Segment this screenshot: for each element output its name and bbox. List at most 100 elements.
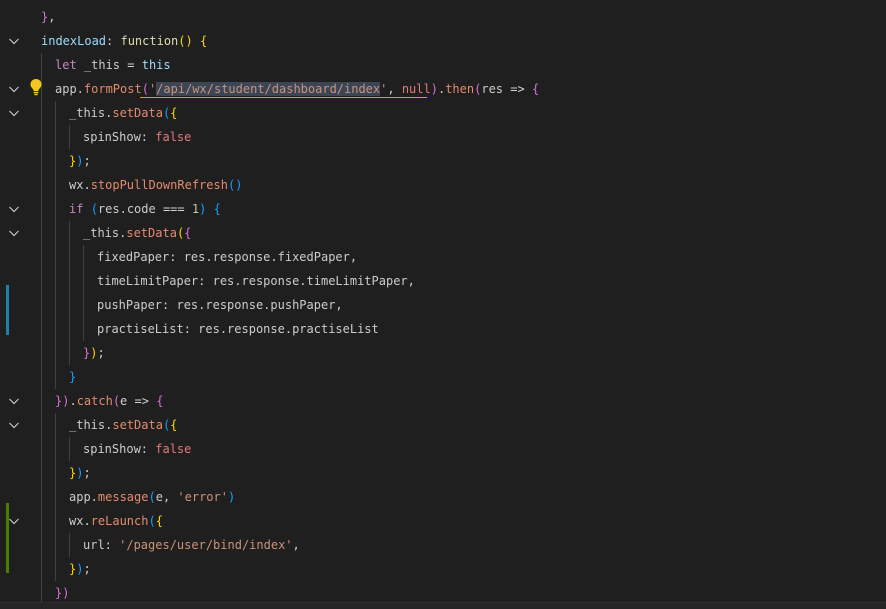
code-token: { (170, 418, 178, 432)
code-line[interactable]: app.message(e, 'error') (69, 485, 235, 509)
indent-guide (69, 221, 70, 245)
code-line[interactable]: pushPaper: res.response.pushPaper, (97, 293, 343, 317)
code-token: e, (155, 490, 178, 504)
code-token: } (69, 370, 77, 384)
code-token: => (510, 82, 525, 96)
indent-guide (69, 317, 70, 341)
indent-guide (41, 173, 42, 197)
indent-guide (41, 125, 42, 149)
code-token: { (184, 226, 192, 240)
code-line[interactable]: _this.setData({ (83, 221, 191, 245)
code-line[interactable]: spinShow: false (83, 437, 191, 461)
code-token: { (213, 202, 221, 216)
warning-underline (140, 97, 427, 98)
horizontal-scrollbar[interactable] (0, 602, 886, 609)
code-token: _this (76, 58, 128, 72)
code-line[interactable]: _this.setData({ (69, 413, 177, 437)
indent-guide (55, 269, 56, 293)
code-line[interactable]: }); (69, 461, 91, 485)
code-line[interactable]: } (69, 365, 76, 389)
code-token: reLaunch (90, 514, 149, 528)
indent-guide (41, 149, 42, 173)
code-token: () (178, 34, 193, 48)
code-token: { (199, 34, 208, 48)
code-token: wx. (69, 178, 91, 192)
indent-guide (41, 269, 42, 293)
code-line[interactable]: }); (69, 557, 91, 581)
code-token: ) (227, 490, 236, 504)
indent-guide (41, 485, 42, 509)
indent-guide (55, 293, 56, 317)
code-line[interactable]: spinShow: false (83, 125, 191, 149)
code-token: ( (112, 394, 121, 408)
code-token: url: (83, 538, 120, 552)
code-token: res.code (97, 202, 163, 216)
code-token: }) (55, 586, 70, 600)
indent-guide (55, 221, 56, 245)
indent-guide (55, 341, 56, 365)
indent-guide (55, 485, 56, 509)
selected-text: /api/wx/student/dashboard/index (156, 82, 381, 96)
code-token: . (69, 394, 77, 408)
code-token: () (227, 178, 243, 192)
code-token: { (170, 106, 178, 120)
code-line[interactable]: fixedPaper: res.response.fixedPaper, (97, 245, 357, 269)
code-token: then (445, 82, 475, 96)
indent-guide (83, 269, 84, 293)
indent-guide (41, 221, 42, 245)
indent-guide (41, 509, 42, 533)
code-token: : (140, 442, 156, 456)
code-token: '/pages/user/bind/index' (119, 538, 293, 552)
indent-guide (55, 125, 56, 149)
code-token: ; (83, 466, 91, 480)
indent-guide (41, 341, 42, 365)
code-line[interactable]: wx.stopPullDownRefresh() (69, 173, 242, 197)
code-token: ; (83, 562, 91, 576)
code-editor[interactable]: }, indexLoad: function() {let _this = thi… (0, 0, 886, 609)
code-line[interactable]: }, (41, 5, 55, 29)
indent-guide (41, 293, 42, 317)
indent-guide (55, 365, 56, 389)
code-token: app. (55, 82, 84, 96)
code-line[interactable]: }).catch(e => { (55, 389, 163, 413)
code-token: = (127, 58, 135, 72)
code-token: timeLimitPaper: res.response.timeLimitPa… (97, 274, 415, 288)
code-line[interactable]: }); (83, 341, 105, 365)
indent-guide (55, 461, 56, 485)
code-token: fixedPaper: res.response.fixedPaper, (97, 250, 358, 264)
code-token: spinShow (83, 130, 141, 144)
code-line[interactable]: url: '/pages/user/bind/index', (83, 533, 300, 557)
indent-guide (55, 197, 56, 221)
code-token: formPost (83, 82, 142, 96)
code-line[interactable]: indexLoad: function() { (41, 29, 207, 53)
indent-guide (41, 461, 42, 485)
code-line[interactable]: wx.reLaunch({ (69, 509, 163, 533)
code-line[interactable]: let _this = this (55, 53, 171, 77)
code-token: setData (112, 418, 163, 432)
code-token: practiseList: res.response.practiseList (97, 322, 379, 336)
indent-guide (83, 317, 84, 341)
lightbulb-icon[interactable] (29, 78, 43, 96)
code-line[interactable]: _this.setData({ (69, 101, 177, 125)
indent-guide (69, 125, 70, 149)
code-token: 'error' (177, 490, 228, 504)
indent-guide (41, 389, 42, 413)
code-line[interactable]: }); (69, 149, 91, 173)
indent-guide (55, 557, 56, 581)
code-line[interactable]: practiseList: res.response.practiseList (97, 317, 379, 341)
code-line[interactable]: timeLimitPaper: res.response.timeLimitPa… (97, 269, 415, 293)
code-area[interactable]: }, indexLoad: function() {let _this = thi… (0, 0, 886, 609)
indent-guide (41, 365, 42, 389)
indent-guide (55, 437, 56, 461)
code-token: : (140, 130, 156, 144)
code-token: => (134, 394, 149, 408)
code-token: if (69, 202, 84, 216)
code-token: spinShow (83, 442, 141, 456)
indent-guide (55, 509, 56, 533)
code-line[interactable]: if (res.code === 1) { (69, 197, 221, 221)
